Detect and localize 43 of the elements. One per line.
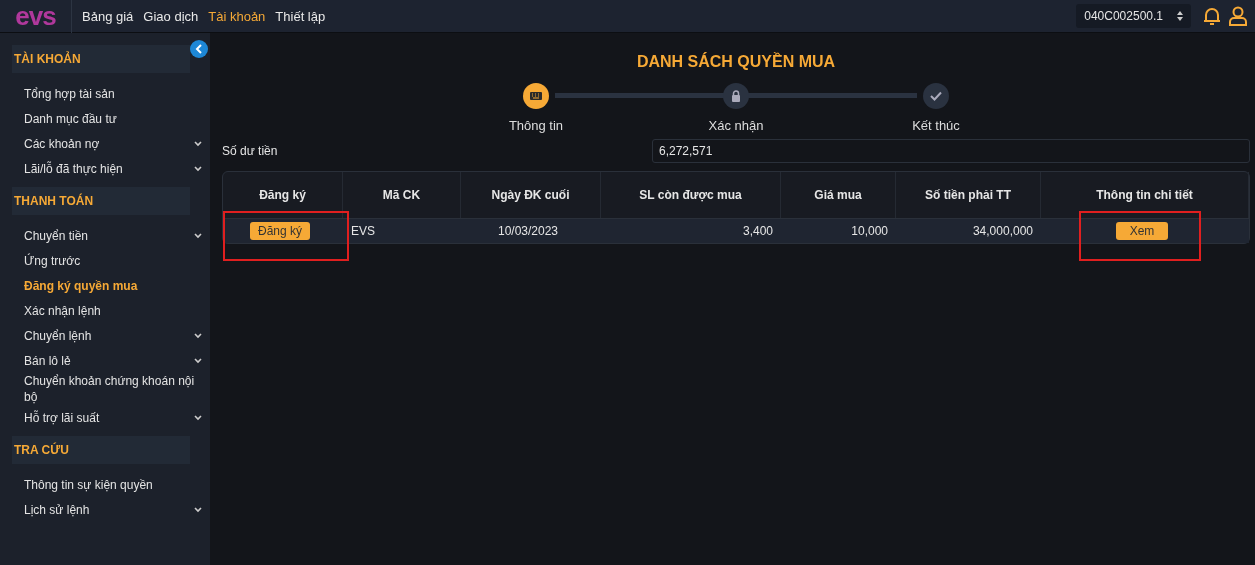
table-cell-text: EVS	[350, 223, 376, 240]
nav-tab[interactable]: Tài khoản	[208, 8, 266, 24]
sidebar-item[interactable]: Lãi/lỗ đã thực hiện	[12, 156, 202, 181]
section-header: TÀI KHOẢN	[12, 45, 190, 73]
nav-tab[interactable]: Thiết lập	[275, 8, 326, 24]
view-button[interactable]: Xem	[1115, 222, 1169, 240]
lock-icon	[731, 90, 741, 102]
user-icon[interactable]	[1229, 6, 1247, 26]
sidebar-item[interactable]: Xác nhận lệnh	[12, 298, 202, 323]
nav-tab[interactable]: Bảng giá	[82, 8, 134, 24]
sidebar-item[interactable]: Thông tin sự kiện quyền	[12, 472, 202, 497]
sidebar-item[interactable]: Chuyển tiền	[12, 223, 202, 248]
sidebar-item[interactable]: Tổng hợp tài sản	[12, 81, 202, 106]
bell-icon[interactable]	[1203, 6, 1221, 26]
step-label: Xác nhận	[708, 118, 764, 133]
step-label: Thông tin	[508, 118, 564, 133]
checkmark-icon	[930, 91, 942, 101]
register-button[interactable]: Đăng ký	[250, 222, 310, 240]
sidebar-item[interactable]: Chuyển lệnh	[12, 323, 202, 348]
balance-field: 6,272,571	[652, 139, 1250, 163]
section-header: TRA CỨU	[12, 436, 190, 464]
step-label: Kết thúc	[912, 118, 960, 133]
sidebar-item[interactable]: Hỗ trợ lãi suất	[12, 405, 202, 430]
sort-icon	[1177, 11, 1183, 21]
page-title: DANH SÁCH QUYỀN MUA	[635, 53, 837, 71]
sidebar-item[interactable]: Ứng trước	[12, 248, 202, 273]
sidebar-item[interactable]: Chuyển khoản chứng khoán nội bộ	[12, 373, 202, 405]
table-cell-text: 3,400	[741, 223, 774, 240]
section-header: THANH TOÁN	[12, 187, 190, 215]
account-select[interactable]: 040C002500.1	[1076, 4, 1191, 28]
nav-tab[interactable]: Giao dịch	[143, 8, 199, 24]
chevron-left-icon	[195, 44, 203, 54]
sidebar-item[interactable]: Bán lô lẻ	[12, 348, 202, 373]
keyboard-icon	[530, 92, 542, 100]
table-cell-text: 10,000	[850, 223, 889, 240]
sidebar-item[interactable]: Lịch sử lệnh	[12, 497, 202, 522]
balance-label: Số dư tiền	[222, 144, 279, 158]
sidebar-item[interactable]: Đăng ký quyền mua	[12, 273, 202, 298]
table-cell-text: 34,000,000	[971, 223, 1034, 240]
sidebar-item[interactable]: Các khoản nợ	[12, 131, 202, 156]
table-cell-text: 10/03/2023	[496, 223, 560, 240]
collapse-button[interactable]	[190, 40, 208, 58]
sidebar-item[interactable]: Danh mục đầu tư	[12, 106, 202, 131]
